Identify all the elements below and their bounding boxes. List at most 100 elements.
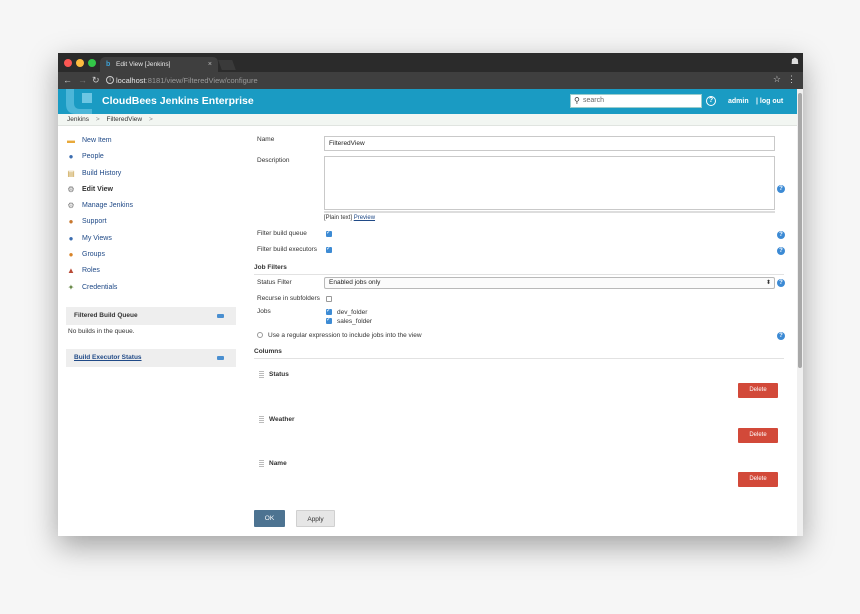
executor-status-panel: Build Executor Status bbox=[66, 349, 236, 367]
textarea-resize-bar[interactable] bbox=[324, 211, 775, 213]
sidebar-item-roles[interactable]: ▲ Roles bbox=[65, 265, 237, 281]
sidebar-item-build-history[interactable]: ▤ Build History bbox=[65, 168, 237, 184]
sidebar-item-manage-jenkins[interactable]: ⚙ Manage Jenkins bbox=[65, 200, 237, 216]
delete-status-button[interactable]: Delete bbox=[738, 383, 778, 398]
new-tab-button[interactable] bbox=[218, 60, 236, 70]
gear-icon: ⚙ bbox=[67, 201, 75, 211]
status-filter-label: Status Filter bbox=[257, 279, 292, 286]
build-queue-header[interactable]: Filtered Build Queue bbox=[66, 307, 236, 325]
sidebar-item-label: Build History bbox=[82, 169, 122, 177]
tab-title: Edit View [Jenkins] bbox=[116, 61, 171, 68]
browser-tab[interactable]: b Edit View [Jenkins] × bbox=[100, 57, 218, 72]
sidebar-item-label: Credentials bbox=[82, 283, 118, 291]
breadcrumb: Jenkins > FilteredView > bbox=[58, 114, 797, 126]
people-icon: ● bbox=[68, 152, 74, 162]
breadcrumb-jenkins[interactable]: Jenkins bbox=[67, 116, 89, 123]
build-queue-title: Filtered Build Queue bbox=[74, 312, 138, 319]
job-dev-folder-checkbox[interactable] bbox=[326, 307, 332, 315]
status-filter-select[interactable]: Enabled jobs only ⬍ bbox=[324, 277, 775, 289]
preview-link[interactable]: Preview bbox=[354, 215, 375, 221]
collapse-icon[interactable] bbox=[217, 356, 224, 360]
url-path: :8181/view/FilteredView/configure bbox=[145, 76, 258, 85]
delete-weather-button[interactable]: Delete bbox=[738, 428, 778, 443]
drag-handle-icon[interactable] bbox=[259, 416, 264, 424]
drag-handle-icon[interactable] bbox=[259, 371, 264, 379]
sidebar-item-label: People bbox=[82, 153, 104, 161]
filter-executors-checkbox[interactable] bbox=[326, 245, 332, 253]
breadcrumb-separator[interactable]: > bbox=[149, 116, 153, 123]
help-icon[interactable]: ? bbox=[777, 247, 785, 255]
recurse-label: Recurse in subfolders bbox=[257, 295, 320, 302]
sidebar-item-label: Groups bbox=[82, 251, 105, 259]
sidebar-item-edit-view[interactable]: ⚙ Edit View bbox=[65, 184, 237, 200]
description-textarea[interactable] bbox=[324, 156, 775, 210]
sidebar-item-groups[interactable]: ● Groups bbox=[65, 249, 237, 265]
filter-queue-checkbox[interactable] bbox=[326, 229, 332, 237]
filter-queue-label: Filter build queue bbox=[257, 230, 307, 237]
sidebar-item-new-item[interactable]: ▬ New Item bbox=[65, 135, 237, 151]
sidebar-item-credentials[interactable]: ✦ Credentials bbox=[65, 282, 237, 298]
jenkins-favicon-icon: b bbox=[106, 61, 111, 68]
sidebar-item-my-views[interactable]: ● My Views bbox=[65, 233, 237, 249]
job-sales-folder-checkbox[interactable] bbox=[326, 316, 332, 324]
reload-icon[interactable]: ↻ bbox=[92, 74, 100, 87]
search-input[interactable]: ⚲ search bbox=[570, 94, 702, 108]
incognito-icon: ☗ bbox=[790, 56, 799, 66]
select-arrows-icon: ⬍ bbox=[765, 280, 771, 286]
search-icon: ⚲ bbox=[574, 96, 580, 105]
forward-icon[interactable]: → bbox=[78, 74, 87, 87]
scrollbar-thumb[interactable] bbox=[798, 93, 802, 368]
executor-status-link[interactable]: Build Executor Status bbox=[74, 354, 142, 361]
address-bar: ← → ↻ i localhost:8181/view/FilteredView… bbox=[58, 72, 803, 89]
help-icon[interactable]: ? bbox=[777, 279, 785, 287]
recurse-checkbox[interactable] bbox=[326, 296, 332, 302]
name-field[interactable]: FilteredView bbox=[324, 136, 775, 151]
job-sales-folder-label: sales_folder bbox=[337, 318, 373, 325]
column-name-title: Name bbox=[269, 460, 287, 467]
url-field[interactable]: i localhost:8181/view/FilteredView/confi… bbox=[106, 74, 766, 87]
brand-title[interactable]: CloudBees Jenkins Enterprise bbox=[102, 95, 254, 107]
site-info-icon[interactable]: i bbox=[106, 76, 114, 84]
divider bbox=[254, 358, 784, 359]
tab-close-icon[interactable]: × bbox=[208, 57, 212, 72]
sidebar: ▬ New Item ● People ▤ Build History ⚙ Edit V… bbox=[65, 135, 237, 298]
minimize-window-dot[interactable] bbox=[76, 59, 84, 67]
breadcrumb-separator[interactable]: > bbox=[96, 116, 100, 123]
user-link[interactable]: admin bbox=[728, 98, 749, 105]
name-label: Name bbox=[257, 136, 275, 143]
zoom-window-dot[interactable] bbox=[88, 59, 96, 67]
build-queue-body: No builds in the queue. bbox=[68, 328, 135, 335]
close-window-dot[interactable] bbox=[64, 59, 72, 67]
sidebar-item-support[interactable]: ● Support bbox=[65, 216, 237, 232]
cloudbees-logo-icon[interactable] bbox=[62, 89, 98, 114]
logout-link[interactable]: | log out bbox=[756, 98, 783, 105]
sidebar-item-label: My Views bbox=[82, 234, 112, 242]
credentials-icon: ✦ bbox=[67, 282, 75, 292]
regex-checkbox[interactable] bbox=[257, 332, 263, 338]
bookmark-star-icon[interactable]: ☆ bbox=[773, 74, 781, 85]
back-icon[interactable]: ← bbox=[63, 74, 72, 87]
new-item-icon: ▬ bbox=[67, 136, 75, 145]
sidebar-item-label: Roles bbox=[82, 267, 100, 275]
description-label: Description bbox=[257, 157, 290, 164]
drag-handle-icon[interactable] bbox=[259, 460, 264, 468]
my-views-icon: ● bbox=[68, 233, 74, 243]
sidebar-item-label: Support bbox=[82, 218, 107, 226]
help-icon[interactable]: ? bbox=[706, 96, 716, 106]
help-icon[interactable]: ? bbox=[777, 332, 785, 340]
apply-button[interactable]: Apply bbox=[296, 510, 335, 527]
column-status-title: Status bbox=[269, 371, 289, 378]
help-icon[interactable]: ? bbox=[777, 185, 785, 193]
collapse-icon[interactable] bbox=[217, 314, 224, 318]
url-host: localhost bbox=[116, 76, 146, 85]
filter-executors-label: Filter build executors bbox=[257, 246, 317, 253]
executor-status-header[interactable]: Build Executor Status bbox=[66, 349, 236, 367]
ok-button[interactable]: OK bbox=[254, 510, 285, 527]
sidebar-item-label: Manage Jenkins bbox=[82, 202, 133, 210]
delete-name-button[interactable]: Delete bbox=[738, 472, 778, 487]
regex-label: Use a regular expression to include jobs… bbox=[268, 332, 422, 339]
help-icon[interactable]: ? bbox=[777, 231, 785, 239]
browser-menu-icon[interactable]: ⋮ bbox=[787, 74, 796, 85]
breadcrumb-filteredview[interactable]: FilteredView bbox=[106, 116, 142, 123]
sidebar-item-people[interactable]: ● People bbox=[65, 151, 237, 167]
